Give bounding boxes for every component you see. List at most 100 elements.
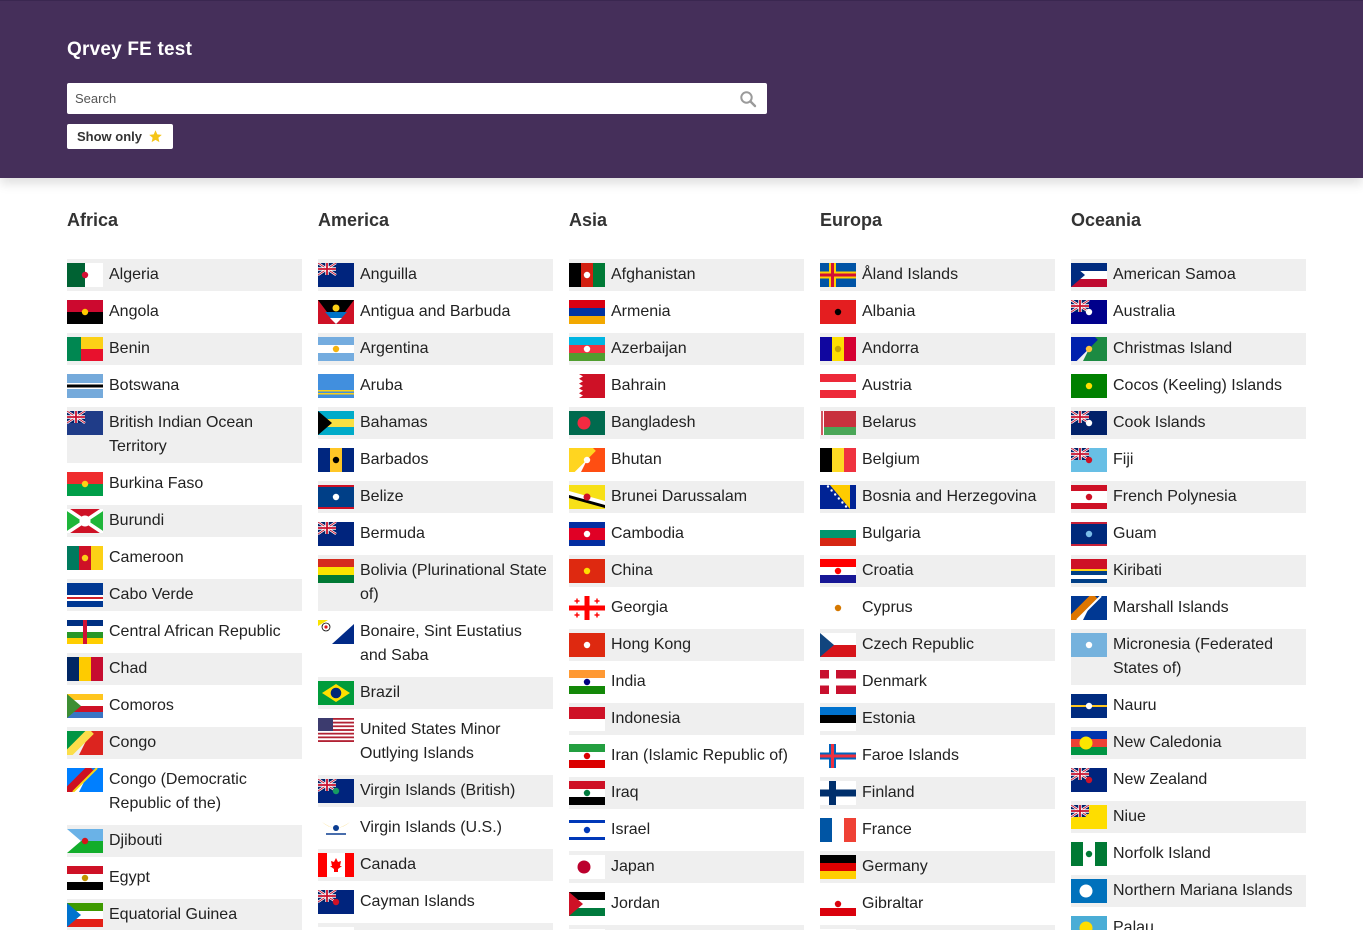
country-item[interactable]: Djibouti (67, 825, 302, 857)
country-item[interactable]: Estonia (820, 703, 1055, 735)
country-item[interactable] (820, 925, 1055, 930)
country-item[interactable]: Congo (67, 727, 302, 759)
country-item[interactable]: Cambodia (569, 518, 804, 550)
country-item[interactable]: Argentina (318, 333, 553, 365)
country-item[interactable]: Brunei Darussalam (569, 481, 804, 513)
country-item[interactable]: Norfolk Island (1071, 838, 1306, 870)
country-item[interactable]: Andorra (820, 333, 1055, 365)
country-item[interactable]: Bangladesh (569, 407, 804, 439)
country-item[interactable]: Australia (1071, 296, 1306, 328)
country-item[interactable]: Germany (820, 851, 1055, 883)
country-item[interactable]: Benin (67, 333, 302, 365)
country-item[interactable]: Bahrain (569, 370, 804, 402)
country-item[interactable]: Brazil (318, 677, 553, 709)
country-item[interactable]: Christmas Island (1071, 333, 1306, 365)
country-item[interactable] (318, 923, 553, 930)
country-item[interactable]: Bolivia (Plurinational State of) (318, 555, 553, 611)
country-item[interactable]: Cyprus (820, 592, 1055, 624)
country-item[interactable]: Gibraltar (820, 888, 1055, 920)
country-item[interactable]: United States Minor Outlying Islands (318, 714, 553, 770)
country-item[interactable]: British Indian Ocean Territory (67, 407, 302, 463)
country-item[interactable]: Virgin Islands (British) (318, 775, 553, 807)
country-item[interactable]: China (569, 555, 804, 587)
country-item[interactable]: Kiribati (1071, 555, 1306, 587)
country-item[interactable]: Faroe Islands (820, 740, 1055, 772)
country-item[interactable]: Guam (1071, 518, 1306, 550)
country-item[interactable]: Antigua and Barbuda (318, 296, 553, 328)
country-item[interactable]: Japan (569, 851, 804, 883)
country-item[interactable]: Algeria (67, 259, 302, 291)
country-item[interactable]: Belarus (820, 407, 1055, 439)
country-item[interactable]: Georgia (569, 592, 804, 624)
country-item[interactable]: Niue (1071, 801, 1306, 833)
country-name: Estonia (862, 710, 916, 727)
country-item[interactable]: Marshall Islands (1071, 592, 1306, 624)
country-item[interactable]: New Caledonia (1071, 727, 1306, 759)
country-item[interactable]: Denmark (820, 666, 1055, 698)
country-item[interactable]: Indonesia (569, 703, 804, 735)
country-item[interactable]: Central African Republic (67, 616, 302, 648)
country-item[interactable]: Burundi (67, 505, 302, 537)
country-item[interactable]: Burkina Faso (67, 468, 302, 500)
country-item[interactable]: Bhutan (569, 444, 804, 476)
country-item[interactable]: Åland Islands (820, 259, 1055, 291)
country-item[interactable]: Hong Kong (569, 629, 804, 661)
country-item[interactable]: Nauru (1071, 690, 1306, 722)
country-item[interactable]: Canada (318, 849, 553, 881)
country-item[interactable]: Belize (318, 481, 553, 513)
country-item[interactable]: Bahamas (318, 407, 553, 439)
country-item[interactable]: Iraq (569, 777, 804, 809)
country-name: Antigua and Barbuda (360, 303, 511, 320)
country-item[interactable] (569, 925, 804, 930)
country-item[interactable]: Croatia (820, 555, 1055, 587)
flag-icon (1071, 842, 1107, 866)
country-item[interactable]: Azerbaijan (569, 333, 804, 365)
country-item[interactable]: Jordan (569, 888, 804, 920)
country-item[interactable]: Angola (67, 296, 302, 328)
country-item[interactable]: Cocos (Keeling) Islands (1071, 370, 1306, 402)
country-item[interactable]: Congo (Democratic Republic of the) (67, 764, 302, 820)
country-item[interactable]: India (569, 666, 804, 698)
country-item[interactable]: French Polynesia (1071, 481, 1306, 513)
country-item[interactable]: Austria (820, 370, 1055, 402)
country-item[interactable]: Czech Republic (820, 629, 1055, 661)
country-item[interactable]: Cayman Islands (318, 886, 553, 918)
country-item[interactable]: Belgium (820, 444, 1055, 476)
country-item[interactable]: Cameroon (67, 542, 302, 574)
show-only-label: Show only (77, 129, 142, 144)
country-item[interactable]: Finland (820, 777, 1055, 809)
country-item[interactable]: Cook Islands (1071, 407, 1306, 439)
country-item[interactable]: Barbados (318, 444, 553, 476)
country-item[interactable]: Bosnia and Herzegovina (820, 481, 1055, 513)
country-item[interactable]: Chad (67, 653, 302, 685)
country-item[interactable]: Northern Mariana Islands (1071, 875, 1306, 907)
country-item[interactable]: Bermuda (318, 518, 553, 550)
country-item[interactable]: Anguilla (318, 259, 553, 291)
country-item[interactable]: Equatorial Guinea (67, 899, 302, 930)
country-item[interactable]: Bulgaria (820, 518, 1055, 550)
country-name: Burundi (109, 512, 165, 529)
country-item[interactable]: Virgin Islands (U.S.) (318, 812, 553, 844)
country-item[interactable]: Albania (820, 296, 1055, 328)
country-item[interactable]: Micronesia (Federated States of) (1071, 629, 1306, 685)
search-icon[interactable] (739, 90, 757, 108)
country-item[interactable]: Israel (569, 814, 804, 846)
country-item[interactable]: Aruba (318, 370, 553, 402)
country-item[interactable]: Comoros (67, 690, 302, 722)
country-item[interactable]: Cabo Verde (67, 579, 302, 611)
country-item[interactable]: Palau (1071, 912, 1306, 930)
show-only-favorites-button[interactable]: Show only (67, 124, 173, 149)
country-item[interactable]: Armenia (569, 296, 804, 328)
country-name: Cameroon (109, 549, 184, 566)
country-item[interactable]: Iran (Islamic Republic of) (569, 740, 804, 772)
country-item[interactable]: American Samoa (1071, 259, 1306, 291)
country-item[interactable]: France (820, 814, 1055, 846)
search-input[interactable] (75, 83, 725, 114)
country-item[interactable]: Fiji (1071, 444, 1306, 476)
country-item[interactable]: Bonaire, Sint Eustatius and Saba (318, 616, 553, 672)
country-item[interactable]: Botswana (67, 370, 302, 402)
country-item[interactable]: Afghanistan (569, 259, 804, 291)
search-box[interactable] (67, 83, 767, 114)
country-item[interactable]: Egypt (67, 862, 302, 894)
country-item[interactable]: New Zealand (1071, 764, 1306, 796)
